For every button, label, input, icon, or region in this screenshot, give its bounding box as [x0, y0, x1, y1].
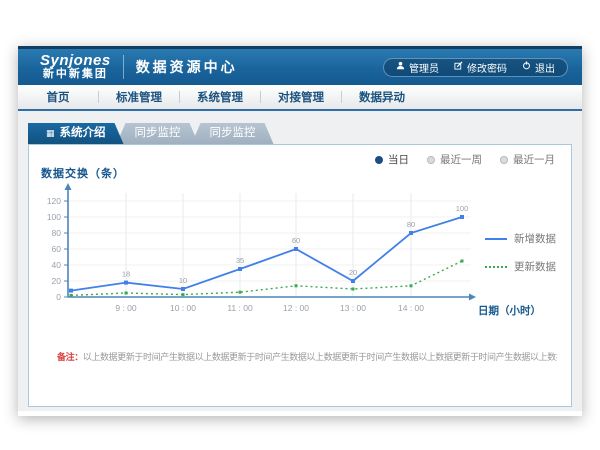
footnote-text: 以上数据更新于时间产生数据以上数据更新于时间产生数据以上数据更新于时间产生数据以…: [83, 352, 557, 362]
change-password-button[interactable]: 修改密码: [454, 60, 507, 75]
user-toolbar: 管理员 修改密码 退出: [383, 58, 568, 77]
legend-label: 更新数据: [514, 259, 556, 274]
app-header: Synjones 新中新集团 数据资源中心 管理员 修改密码 退出: [18, 46, 582, 85]
svg-text:60: 60: [52, 244, 62, 254]
legend-item-new-data: 新增数据: [485, 231, 556, 246]
svg-text:100: 100: [47, 212, 61, 222]
radio-dot: [375, 156, 383, 164]
svg-text:13 : 00: 13 : 00: [340, 303, 366, 313]
footnote: 备注：以上数据更新于时间产生数据以上数据更新于时间产生数据以上数据更新于时间产生…: [57, 350, 557, 363]
power-icon: [522, 61, 531, 73]
tab-sync-monitor-2[interactable]: 同步监控: [192, 123, 274, 144]
svg-text:80: 80: [52, 228, 62, 238]
nav-item-system-mgmt[interactable]: 系统管理: [180, 89, 260, 105]
edit-icon: [454, 61, 463, 73]
radio-today[interactable]: 当日: [375, 152, 409, 167]
nav-item-standard-mgmt[interactable]: 标准管理: [99, 89, 179, 105]
svg-text:120: 120: [47, 196, 61, 206]
svg-text:日期（小时）: 日期（小时）: [478, 304, 541, 317]
radio-last-week[interactable]: 最近一周: [427, 152, 482, 167]
user-menu-button[interactable]: 管理员: [396, 60, 439, 75]
chart-legend: 新增数据 更新数据: [485, 231, 556, 287]
user-label: 管理员: [409, 60, 439, 75]
legend-label: 新增数据: [514, 231, 556, 246]
radio-label: 最近一月: [513, 152, 555, 167]
tab-label: 同步监控: [210, 123, 256, 144]
svg-text:12 : 00: 12 : 00: [283, 303, 309, 313]
tab-system-intro[interactable]: ▦ 系统介绍: [28, 123, 124, 144]
nav-item-interface-mgmt[interactable]: 对接管理: [261, 89, 341, 105]
svg-text:10: 10: [179, 276, 187, 285]
footnote-label: 备注：: [57, 352, 83, 362]
tab-label: 同步监控: [135, 123, 181, 144]
user-icon: [396, 61, 405, 73]
svg-text:18: 18: [122, 270, 130, 279]
app-title: 数据资源中心: [136, 57, 238, 77]
legend-line-sample: [485, 266, 507, 268]
radio-label: 当日: [388, 152, 409, 167]
logo-text: Synjones: [40, 53, 111, 69]
svg-text:9 : 00: 9 : 00: [115, 303, 137, 313]
svg-text:0: 0: [56, 292, 61, 302]
svg-text:10 : 00: 10 : 00: [170, 303, 196, 313]
chart-panel: 当日 最近一周 最近一月 数据交换（条） 0204060801001209 : …: [28, 144, 572, 407]
legend-item-updated-data: 更新数据: [485, 259, 556, 274]
svg-text:100: 100: [456, 204, 469, 213]
grid-icon: ▦: [46, 129, 55, 138]
range-filter: 当日 最近一周 最近一月: [375, 152, 555, 167]
radio-last-month[interactable]: 最近一月: [500, 152, 555, 167]
tab-sync-monitor-1[interactable]: 同步监控: [117, 123, 199, 144]
logout-button[interactable]: 退出: [522, 60, 555, 75]
legend-line-sample: [485, 238, 507, 240]
tab-label: 系统介绍: [60, 123, 106, 144]
main-nav: 首页 标准管理 系统管理 对接管理 数据异动: [18, 85, 582, 111]
app-window: Synjones 新中新集团 数据资源中心 管理员 修改密码 退出 首页 标准管…: [18, 46, 582, 416]
svg-text:11 : 00: 11 : 00: [227, 303, 253, 313]
svg-text:20: 20: [52, 276, 62, 286]
logo: Synjones 新中新集团: [40, 53, 111, 80]
radio-label: 最近一周: [440, 152, 482, 167]
svg-text:80: 80: [407, 220, 415, 229]
svg-text:35: 35: [236, 256, 244, 265]
tab-bar: ▦ 系统介绍 同步监控 同步监控: [28, 123, 274, 144]
nav-item-data-change[interactable]: 数据异动: [342, 89, 422, 105]
radio-dot: [427, 156, 435, 164]
svg-text:60: 60: [292, 236, 300, 245]
svg-text:20: 20: [349, 268, 357, 277]
header-divider: [123, 55, 124, 79]
nav-item-home[interactable]: 首页: [18, 89, 98, 105]
svg-text:14 : 00: 14 : 00: [398, 303, 424, 313]
content-area: ▦ 系统介绍 同步监控 同步监控 当日 最近一周: [18, 111, 582, 411]
radio-dot: [500, 156, 508, 164]
logo-subtext: 新中新集团: [40, 69, 111, 81]
logout-label: 退出: [535, 60, 555, 75]
change-password-label: 修改密码: [467, 60, 507, 75]
svg-text:40: 40: [52, 260, 62, 270]
